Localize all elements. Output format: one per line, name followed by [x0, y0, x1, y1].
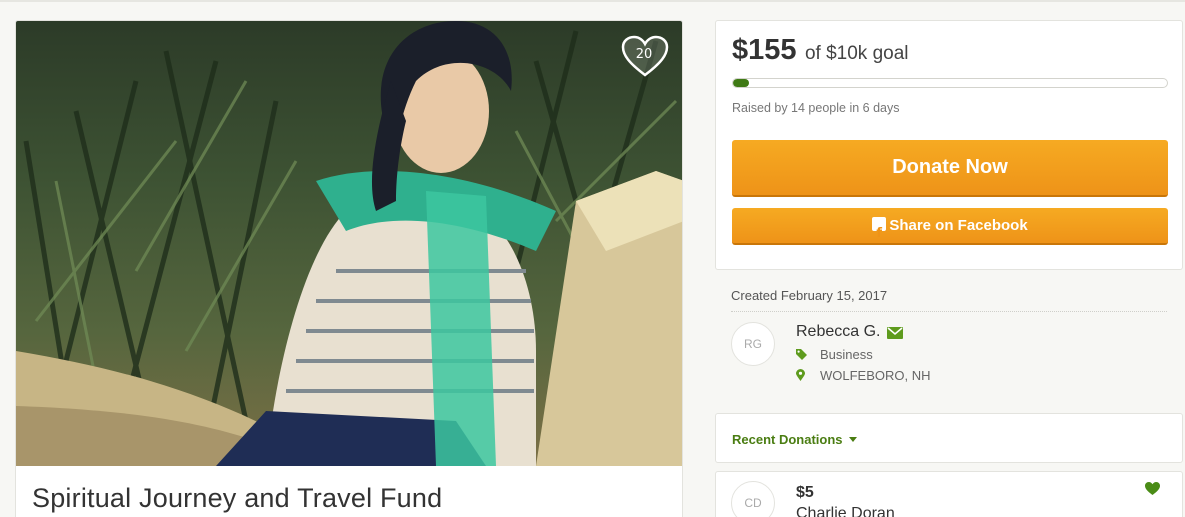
funding-card: $155 of $10k goal Raised by 14 people in… [715, 20, 1183, 270]
recent-donations-label: Recent Donations [732, 432, 843, 447]
organizer-category: Business [820, 347, 873, 362]
donate-now-button[interactable]: Donate Now [732, 140, 1168, 197]
donation-item: CD $5 Charlie Doran [715, 471, 1183, 517]
funding-progress-bar [732, 78, 1168, 88]
campaign-title: Spiritual Journey and Travel Fund [32, 483, 443, 513]
organizer-category-row: Business [796, 347, 873, 362]
organizer-location-row: WOLFEBORO, NH [796, 368, 931, 383]
raised-amount: $155 [732, 34, 797, 66]
recent-donations-card: Recent Donations [715, 413, 1183, 463]
envelope-icon[interactable] [887, 327, 903, 339]
organizer-name[interactable]: Rebecca G. [796, 323, 880, 341]
share-facebook-label: Share on Facebook [889, 217, 1028, 234]
campaign-photo-illustration [16, 21, 682, 466]
goal-text: of $10k goal [804, 43, 909, 64]
favorite-heart-button[interactable]: 20 [621, 35, 669, 79]
organizer-avatar: RG [731, 322, 775, 366]
raised-summary: Raised by 14 people in 6 days [732, 101, 900, 115]
donor-avatar: CD [731, 481, 775, 517]
share-facebook-button[interactable]: Share on Facebook [732, 208, 1168, 251]
recent-donations-toggle[interactable]: Recent Donations [732, 432, 857, 447]
donation-amount: $5 [796, 484, 814, 501]
caret-down-icon [848, 437, 857, 442]
organizer-location: WOLFEBORO, NH [820, 368, 931, 383]
donation-heart-icon[interactable] [1145, 482, 1160, 500]
campaign-card: 20 Spiritual Journey and Travel Fund [15, 20, 683, 517]
envelope-flap-icon [887, 327, 903, 336]
top-divider [0, 0, 1185, 2]
map-marker-icon [796, 368, 806, 383]
heart-count: 20 [635, 47, 653, 62]
created-date: Created February 15, 2017 [731, 288, 888, 303]
organizer-divider [731, 311, 1167, 312]
tag-icon [796, 347, 807, 362]
facebook-icon [872, 216, 887, 251]
donor-name: Charlie Doran [796, 505, 895, 517]
funding-progress-fill [733, 79, 750, 87]
campaign-photo[interactable]: 20 [16, 21, 682, 466]
amount-row: $155 of $10k goal [732, 34, 909, 67]
